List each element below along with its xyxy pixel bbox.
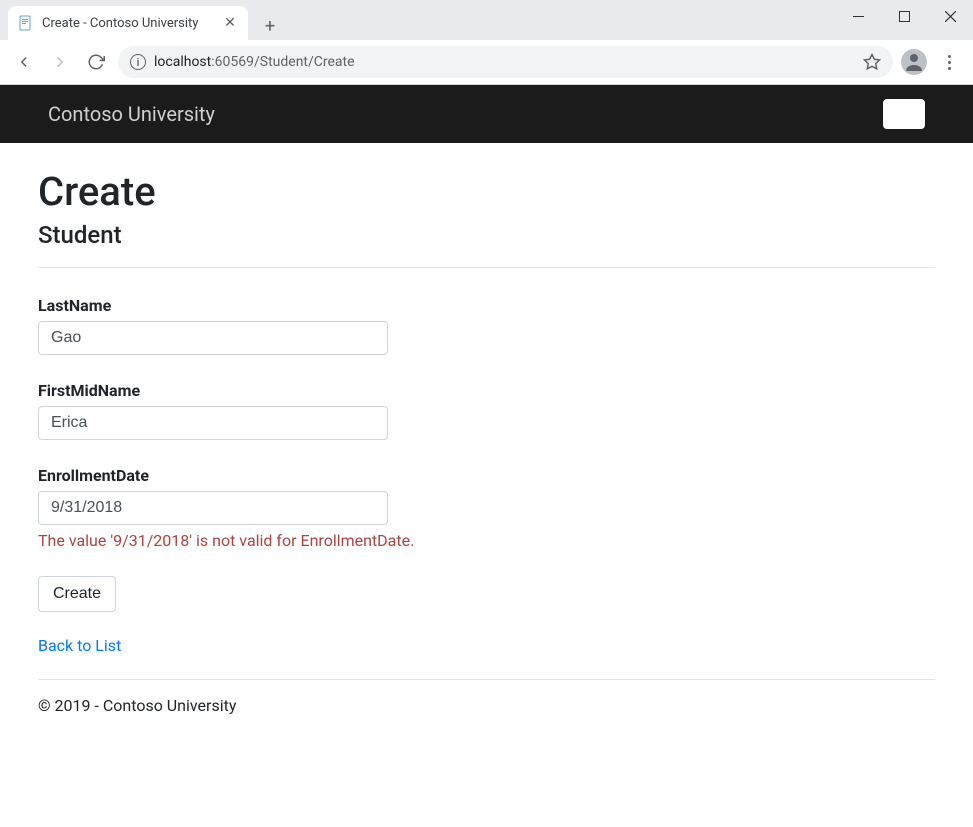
form-group-firstmidname: FirstMidName <box>38 381 935 440</box>
enrollmentdate-error: The value '9/31/2018' is not valid for E… <box>38 531 935 550</box>
firstmidname-input[interactable] <box>38 406 388 440</box>
tab-title: Create - Contoso University <box>42 16 214 31</box>
back-to-list-link[interactable]: Back to List <box>38 636 121 655</box>
back-button[interactable] <box>10 48 38 76</box>
page-favicon-icon <box>18 15 34 31</box>
browser-tab[interactable]: Create - Contoso University ✕ <box>8 6 248 40</box>
titlebar: Create - Contoso University ✕ + <box>0 0 973 40</box>
window-close-button[interactable] <box>927 0 973 32</box>
reload-button[interactable] <box>82 48 110 76</box>
url-path: /Student/Create <box>254 54 355 70</box>
url-host: localhost <box>154 54 211 70</box>
form-group-enrollmentdate: EnrollmentDate The value '9/31/2018' is … <box>38 466 935 550</box>
new-tab-button[interactable]: + <box>256 12 284 40</box>
page-title: Create <box>38 168 935 215</box>
page-subtitle: Student <box>38 221 935 249</box>
tab-close-icon[interactable]: ✕ <box>222 15 238 31</box>
address-bar[interactable]: i localhost:60569/Student/Create <box>118 46 893 78</box>
lastname-label: LastName <box>38 296 935 315</box>
tabs-row: Create - Contoso University ✕ + <box>0 0 284 40</box>
kebab-menu-icon <box>948 55 951 70</box>
profile-avatar-icon[interactable] <box>901 49 927 75</box>
window-minimize-button[interactable] <box>835 0 881 32</box>
create-button[interactable]: Create <box>38 576 116 612</box>
enrollmentdate-input[interactable] <box>38 491 388 525</box>
divider <box>38 267 935 268</box>
enrollmentdate-label: EnrollmentDate <box>38 466 935 485</box>
footer-divider <box>38 679 935 680</box>
browser-chrome: Create - Contoso University ✕ + <box>0 0 973 85</box>
page-container: Create Student LastName FirstMidName Enr… <box>0 143 973 733</box>
window-controls <box>835 0 973 32</box>
footer-text: © 2019 - Contoso University <box>38 696 935 715</box>
navbar-brand[interactable]: Contoso University <box>48 102 215 126</box>
form-group-lastname: LastName <box>38 296 935 355</box>
url-port: :60569 <box>211 54 254 70</box>
navbar-toggle-button[interactable] <box>883 99 925 129</box>
site-info-icon[interactable]: i <box>130 54 146 70</box>
firstmidname-label: FirstMidName <box>38 381 935 400</box>
window-maximize-button[interactable] <box>881 0 927 32</box>
lastname-input[interactable] <box>38 321 388 355</box>
site-navbar: Contoso University <box>0 85 973 143</box>
forward-button[interactable] <box>46 48 74 76</box>
browser-menu-button[interactable] <box>935 48 963 76</box>
bookmark-star-icon[interactable] <box>863 53 881 71</box>
url-text: localhost:60569/Student/Create <box>154 54 355 70</box>
browser-toolbar: i localhost:60569/Student/Create <box>0 40 973 84</box>
